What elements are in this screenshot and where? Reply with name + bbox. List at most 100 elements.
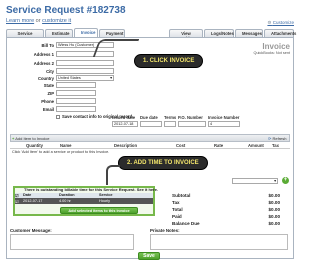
callout-arrow-1 — [92, 39, 140, 57]
callout-add-time: 2. ADD TIME TO INVOICE — [118, 156, 208, 170]
col-amount: Amount — [248, 143, 264, 148]
items-empty-text: Click 'Add Item' to add a service or pro… — [12, 150, 110, 154]
zip-field[interactable] — [56, 90, 96, 96]
callout-click-invoice: 1. CLICK INVOICE — [134, 54, 204, 68]
address2-field[interactable] — [56, 60, 114, 66]
col-description: Description — [114, 143, 138, 148]
terms-select[interactable] — [164, 121, 176, 127]
due-date-header: Due date — [140, 115, 158, 120]
items-table-header: Quantity Name Description Cost Rate Amou… — [10, 143, 290, 149]
add-item-button[interactable]: + Add Item to Invoice — [12, 136, 49, 141]
items-toolbar — [10, 134, 290, 142]
col-tax: Tax — [272, 143, 279, 148]
quickbooks-status: QuickBooks: Not sent — [253, 51, 290, 55]
learn-more-link[interactable]: Learn more — [6, 18, 34, 24]
refresh-icon: ⟳ — [268, 136, 272, 141]
total-label: Total — [172, 207, 183, 212]
customer-message-field[interactable] — [10, 234, 134, 250]
subtotal-value: $0.00 — [268, 193, 281, 198]
invoice-heading: Invoice — [262, 42, 290, 51]
plus-icon: + — [12, 136, 15, 141]
col-cost: Cost — [176, 143, 186, 148]
unbilled-row-date: 2012-07-17 — [23, 199, 43, 203]
refresh-label: Refresh — [272, 136, 287, 141]
po-number-header: P.O. Number — [178, 115, 203, 120]
due-date-field[interactable] — [140, 121, 162, 127]
add-tax-icon[interactable]: + — [282, 177, 289, 184]
zip-label: ZIP — [47, 91, 54, 96]
tab-view-tracking[interactable]: View Tracking — [169, 29, 203, 41]
chevron-down-icon: ▾ — [274, 179, 276, 183]
address1-label: Address 1 — [33, 52, 54, 57]
po-number-field[interactable] — [178, 121, 206, 127]
tab-messages[interactable]: Messages — [235, 29, 263, 37]
unbilled-row-service: Hourly — [99, 199, 110, 203]
add-selected-items-button[interactable]: Add selected items to this invoice — [60, 207, 138, 214]
subtotal-row: Subtotal $0.00 — [172, 193, 280, 200]
unbilled-row[interactable]: ☑ 2012-07-17 4.00 hr Hourly — [15, 198, 153, 204]
customize-link[interactable]: ⚙ Customize — [267, 20, 294, 26]
issued-date-field[interactable]: 2012-07-18 — [112, 121, 138, 127]
paid-label: Paid — [172, 214, 182, 219]
state-label: State — [43, 83, 54, 88]
col-name: Name — [60, 143, 72, 148]
unbilled-row-duration: 4.00 hr — [59, 199, 71, 203]
customize-label: Customize — [272, 20, 294, 25]
total-row: Total $0.00 — [172, 207, 280, 214]
tab-attachments[interactable]: Attachments — [264, 29, 296, 37]
totals-panel: Subtotal $0.00 Tax $0.00 Total $0.00 Paid $0… — [172, 193, 280, 228]
phone-field[interactable] — [56, 98, 96, 104]
tab-logs-notes[interactable]: Logs/Notes — [204, 29, 234, 37]
row-checkbox[interactable]: ☑ — [15, 199, 23, 204]
balance-due-row: Balance Due $0.00 — [172, 221, 280, 228]
country-label: Country — [37, 76, 54, 81]
subtotal-label: Subtotal — [172, 193, 191, 198]
callout-arrow-2 — [106, 165, 120, 185]
country-value: United States — [58, 76, 81, 80]
customize-it-link[interactable]: customize it — [42, 18, 71, 24]
page-title: Service Request #182738 — [6, 5, 126, 16]
invoice-number-field[interactable]: 4 — [208, 121, 240, 127]
gear-icon: ⚙ — [267, 20, 272, 25]
email-label: Email — [42, 107, 54, 112]
private-notes-field[interactable] — [150, 234, 288, 250]
email-field[interactable] — [56, 106, 96, 112]
country-select[interactable]: United States ▾ — [56, 75, 114, 81]
city-label: City — [46, 69, 54, 74]
unbilled-message: There is outstanding billable time for t… — [24, 187, 159, 192]
balance-due-value: $0.00 — [268, 221, 281, 226]
tax-value: $0.00 — [268, 200, 281, 205]
private-notes-label: Private Notes: — [150, 228, 180, 233]
invoice-details-header: Issued date Due date Terms P.O. Number I… — [112, 115, 242, 120]
tax-row: Tax $0.00 — [172, 200, 280, 207]
paid-row: Paid $0.00 — [172, 214, 280, 221]
customer-message-label: Customer Message: — [10, 228, 52, 233]
or-text: or — [34, 18, 43, 24]
tab-service-request[interactable]: Service Request — [6, 29, 44, 41]
city-field[interactable] — [56, 68, 114, 74]
left-tabs: Service Request Estimate Invoice Payment — [6, 28, 125, 41]
save-contact-checkbox[interactable] — [56, 114, 60, 119]
phone-label: Phone — [41, 99, 54, 104]
invoice-number-header: Invoice Number — [208, 115, 240, 120]
tab-payment[interactable]: Payment — [99, 29, 125, 37]
col-rate: Rate — [214, 143, 224, 148]
state-field[interactable] — [56, 82, 96, 88]
paid-value: $0.00 — [268, 214, 281, 219]
balance-due-label: Balance Due — [172, 221, 200, 226]
tab-invoice[interactable]: Invoice — [74, 28, 98, 37]
chevron-down-icon: ▾ — [110, 76, 112, 80]
tab-estimate[interactable]: Estimate — [45, 29, 73, 37]
tax-label: Tax — [172, 200, 180, 205]
tax-select[interactable]: ▾ — [232, 178, 278, 184]
save-button[interactable]: Save — [138, 252, 160, 260]
total-value: $0.00 — [268, 207, 281, 212]
add-item-label: Add Item to Invoice — [15, 136, 50, 141]
address2-label: Address 2 — [33, 61, 54, 66]
bill-to-label: Bill To — [41, 43, 54, 48]
right-tabs: View Tracking Logs/Notes Messages Attach… — [169, 29, 296, 41]
terms-header: Terms — [164, 115, 177, 120]
col-quantity: Quantity — [26, 143, 43, 148]
refresh-button[interactable]: ⟳ Refresh — [268, 136, 287, 141]
issued-date-header: Issued date — [112, 115, 136, 120]
